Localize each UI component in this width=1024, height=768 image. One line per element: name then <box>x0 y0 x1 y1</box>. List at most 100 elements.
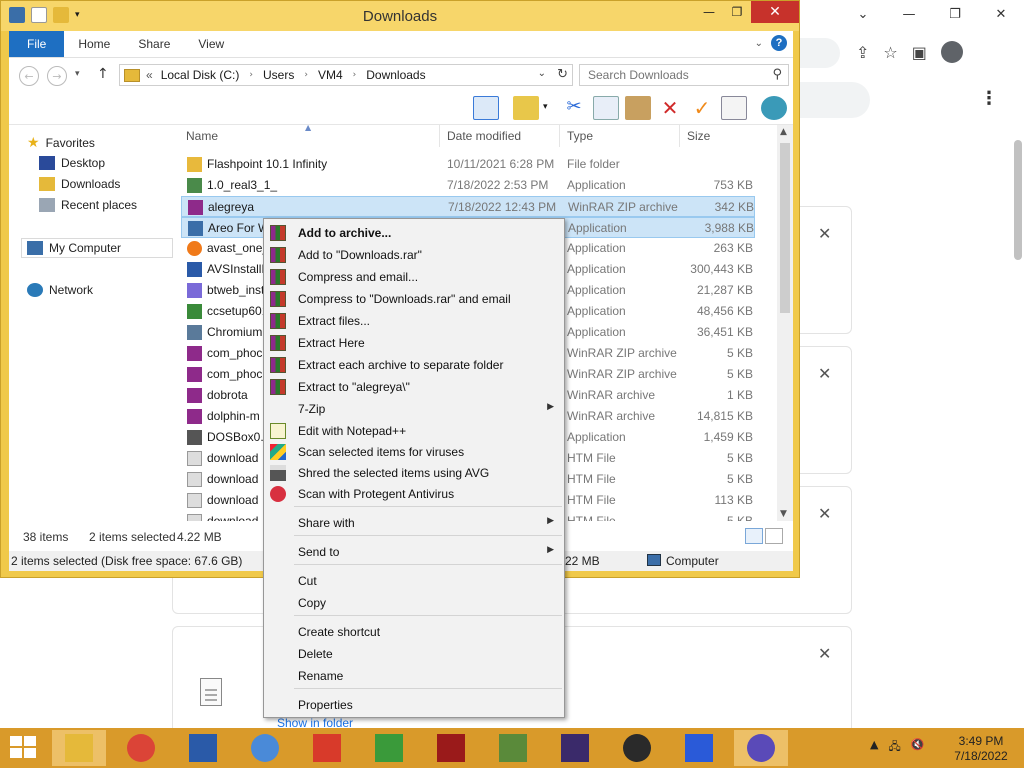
menu-item[interactable]: Add to archive... <box>264 222 564 244</box>
search-icon[interactable]: ⚲ <box>772 67 782 82</box>
tab-file[interactable]: File <box>9 31 65 57</box>
menu-item[interactable]: Extract to "alegreya\" <box>264 376 564 398</box>
chevron-right-icon[interactable]: › <box>353 70 357 80</box>
menu-item[interactable]: Extract Here <box>264 332 564 354</box>
menu-item[interactable]: Send to ▶ <box>264 541 564 563</box>
taskbar-app-arrow-app[interactable] <box>300 730 354 766</box>
profile-avatar-icon[interactable] <box>940 41 963 63</box>
taskbar-app-audacity[interactable] <box>672 730 726 766</box>
scroll-thumb[interactable] <box>780 143 790 313</box>
breadcrumb-users[interactable]: Users <box>263 68 294 82</box>
column-header-name[interactable]: Name <box>186 129 218 143</box>
close-icon[interactable]: ✕ <box>818 364 831 383</box>
menu-item[interactable]: Compress to "Downloads.rar" and email <box>264 288 564 310</box>
details-view-icon[interactable] <box>745 528 763 544</box>
menu-item[interactable]: Delete <box>264 643 564 665</box>
globe-icon[interactable] <box>761 96 787 120</box>
windows-start-icon[interactable] <box>10 736 38 760</box>
rename-icon[interactable] <box>721 96 747 120</box>
chevron-right-icon[interactable]: › <box>304 70 308 80</box>
tab-view[interactable]: View <box>184 31 238 57</box>
copy-icon[interactable] <box>593 96 619 120</box>
chevron-up-icon[interactable]: ▲ <box>870 738 878 757</box>
title-bar[interactable]: ▾ Downloads — ❐ ✕ <box>1 1 799 31</box>
chevron-down-icon[interactable]: ⌄ <box>840 0 886 28</box>
menu-item[interactable]: 7-Zip ▶ <box>264 398 564 420</box>
menu-item[interactable]: Properties <box>264 694 564 716</box>
breadcrumb-downloads[interactable]: Downloads <box>366 68 425 82</box>
column-divider[interactable] <box>679 125 680 147</box>
menu-item[interactable]: Edit with Notepad++ <box>264 420 564 442</box>
scroll-thumb[interactable] <box>1014 140 1022 260</box>
tab-share[interactable]: Share <box>124 31 184 57</box>
bookmark-star-icon[interactable]: ☆ <box>883 43 897 62</box>
file-row[interactable]: alegreya 7/18/2022 12:43 PM WinRAR ZIP arc… <box>181 196 755 217</box>
menu-item[interactable]: Shred the selected items using AVG <box>264 462 564 484</box>
column-header-type[interactable]: Type <box>567 129 593 143</box>
close-icon[interactable]: ✕ <box>751 1 799 23</box>
file-list-scrollbar[interactable]: ▲ ▼ <box>777 125 793 521</box>
taskbar-app-flash[interactable] <box>424 730 478 766</box>
close-icon[interactable]: ✕ <box>818 504 831 523</box>
preview-pane-icon[interactable] <box>473 96 499 120</box>
help-icon[interactable]: ? <box>771 35 787 51</box>
taskbar-app-video-editor[interactable] <box>548 730 602 766</box>
taskbar-app-avg[interactable] <box>362 730 416 766</box>
breadcrumb-overflow[interactable]: « <box>146 68 153 82</box>
folder-options-icon[interactable] <box>513 96 539 120</box>
menu-item[interactable]: Scan selected items for viruses <box>264 441 564 463</box>
nav-desktop[interactable]: Desktop <box>39 156 105 170</box>
downloads-search-field[interactable] <box>800 82 870 118</box>
network-icon[interactable]: 🖧 <box>888 738 900 757</box>
file-row[interactable]: 1.0_real3_1_ 7/18/2022 2:53 PM Application… <box>181 175 755 196</box>
nav-my-computer[interactable]: My Computer <box>27 241 121 255</box>
cut-icon[interactable]: ✂ <box>561 96 587 120</box>
restore-icon[interactable]: ❐ <box>723 1 751 23</box>
taskbar-app-obs[interactable] <box>610 730 664 766</box>
menu-item[interactable]: Extract files... <box>264 310 564 332</box>
checkmark-icon[interactable]: ✓ <box>689 96 715 120</box>
column-header-size[interactable]: Size <box>687 129 710 143</box>
menu-item[interactable]: Add to "Downloads.rar" <box>264 244 564 266</box>
breadcrumb-local-disk[interactable]: Local Disk (C:) <box>161 68 240 82</box>
forward-icon[interactable]: → <box>47 66 67 86</box>
column-divider[interactable] <box>559 125 560 147</box>
delete-icon[interactable]: ✕ <box>657 96 683 120</box>
taskbar-app-minecraft[interactable] <box>486 730 540 766</box>
menu-item[interactable]: Create shortcut <box>264 621 564 643</box>
expand-ribbon-icon[interactable]: ⌄ <box>755 38 763 49</box>
taskbar-app-settings[interactable] <box>734 730 788 766</box>
scroll-up-icon[interactable]: ▲ <box>780 127 787 137</box>
tab-home[interactable]: Home <box>64 31 124 57</box>
clock[interactable]: 3:49 PM 7/18/2022 <box>948 734 1014 764</box>
browser-scrollbar[interactable] <box>1012 120 1022 730</box>
side-panel-icon[interactable]: ▣ <box>912 43 927 62</box>
close-icon[interactable]: ✕ <box>818 224 831 243</box>
address-bar[interactable]: « Local Disk (C:) › Users › VM4 › Downlo… <box>119 64 573 86</box>
chevron-right-icon[interactable]: › <box>249 70 253 80</box>
share-icon[interactable]: ⇪ <box>856 43 869 62</box>
menu-item[interactable]: Rename <box>264 665 564 687</box>
nav-recent-places[interactable]: Recent places <box>39 198 137 212</box>
paste-icon[interactable] <box>625 96 651 120</box>
taskbar-app-file-explorer[interactable] <box>52 730 106 766</box>
menu-item[interactable]: Share with ▶ <box>264 512 564 534</box>
taskbar-app-chromium[interactable] <box>238 730 292 766</box>
refresh-icon[interactable]: ↻ <box>557 67 568 82</box>
search-input[interactable] <box>580 65 760 85</box>
up-arrow-icon[interactable]: ↑ <box>97 66 109 82</box>
menu-item[interactable]: Compress and email... <box>264 266 564 288</box>
breadcrumb-vm4[interactable]: VM4 <box>318 68 343 82</box>
search-box[interactable]: ⚲ <box>579 64 789 86</box>
chevron-down-icon[interactable]: ▾ <box>543 102 548 112</box>
nav-favorites[interactable]: ★ Favorites <box>27 135 95 151</box>
back-icon[interactable]: ← <box>19 66 39 86</box>
restore-icon[interactable]: ❐ <box>932 0 978 28</box>
close-icon[interactable]: ✕ <box>818 644 831 663</box>
nav-downloads[interactable]: Downloads <box>39 177 120 191</box>
menu-item[interactable]: Extract each archive to separate folder <box>264 354 564 376</box>
scroll-down-icon[interactable]: ▼ <box>780 509 787 519</box>
taskbar-app-chrome[interactable] <box>114 730 168 766</box>
file-row[interactable]: Flashpoint 10.1 Infinity 10/11/2021 6:28 … <box>181 154 755 175</box>
recent-locations-icon[interactable]: ▾ <box>75 69 80 79</box>
